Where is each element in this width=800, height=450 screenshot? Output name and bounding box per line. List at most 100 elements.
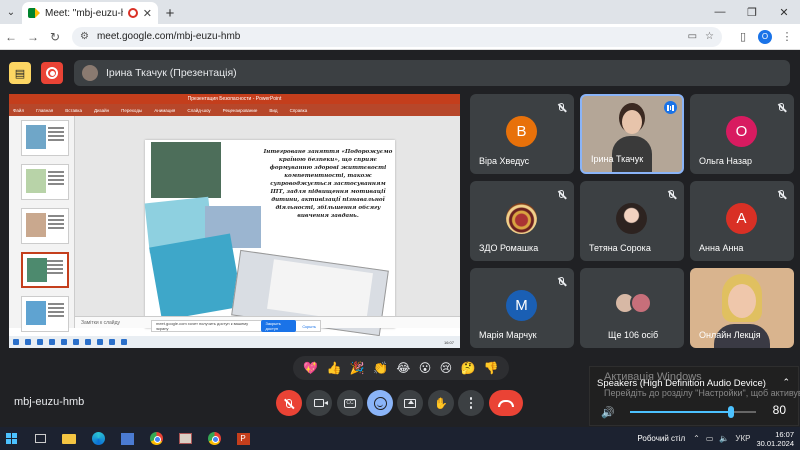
reaction-thumbs-down-button[interactable]: 👎	[484, 361, 499, 375]
task-view-button[interactable]	[29, 427, 51, 450]
camera-icon	[314, 399, 328, 407]
speaking-indicator-icon	[664, 101, 677, 114]
site-info-icon[interactable]: ⚙	[80, 31, 89, 42]
edge-button[interactable]	[87, 427, 109, 450]
tab-close-icon[interactable]: ✕	[143, 7, 152, 20]
participant-tile[interactable]: А Анна Анна	[690, 181, 794, 261]
url-text[interactable]: meet.google.com/mbj-euzu-hmb	[97, 31, 680, 42]
reaction-party-button[interactable]: 🎉	[350, 361, 365, 375]
speaker-icon[interactable]: 🔊	[601, 406, 615, 419]
mic-toggle-button[interactable]	[276, 390, 302, 416]
participant-tile-speaking[interactable]: Ірина Ткачук	[580, 94, 684, 174]
volume-flyout: Активація Windows Speakers (High Definit…	[589, 366, 800, 426]
desktop-toolbar-label[interactable]: Робочий стіл	[637, 434, 685, 443]
powerpoint-ribbon: Файл Главная Вставка Дизайн Переходы Ани…	[9, 104, 460, 116]
new-tab-button[interactable]: +	[158, 2, 182, 24]
ribbon-tab: Анимация	[154, 107, 176, 113]
participant-tile[interactable]: Онлайн Лекція	[690, 268, 794, 348]
reaction-thinking-button[interactable]: 🤔	[460, 361, 475, 375]
tab-search-chevron-icon[interactable]: ⌄	[0, 0, 22, 24]
omnibox[interactable]: ⚙ meet.google.com/mbj-euzu-hmb ▭ ☆	[72, 26, 722, 47]
start-button[interactable]	[0, 427, 22, 450]
reaction-surprised-button[interactable]: 😮	[419, 361, 432, 375]
chrome-icon	[207, 432, 221, 445]
participant-name: Тетяна Сорока	[589, 243, 651, 253]
presenter-label: Ірина Ткачук (Презентація)	[106, 67, 237, 79]
participant-tile[interactable]: ЗДО Ромашка	[470, 181, 574, 261]
more-participants-tile[interactable]: Ще 106 осіб	[580, 268, 684, 348]
reactions-button[interactable]	[367, 390, 393, 416]
raise-hand-button[interactable]: ✋	[428, 390, 454, 416]
banner-text: meet.google.com хочет получить доступ к …	[156, 321, 249, 331]
profile-avatar[interactable]: O	[758, 29, 772, 44]
shared-screen[interactable]: Презентация Безопасности - PowerPoint Фа…	[9, 94, 460, 348]
avatar	[616, 203, 647, 234]
camera-in-use-icon[interactable]: ▭	[688, 31, 697, 42]
participant-tile[interactable]: О Ольга Назар	[690, 94, 794, 174]
reaction-sad-button[interactable]: 😢	[440, 361, 453, 375]
side-panel-icon[interactable]: ▯	[732, 30, 754, 43]
ribbon-tab: Дизайн	[93, 107, 110, 113]
forward-arrow-icon[interactable]: →	[22, 30, 44, 44]
reaction-laugh-button[interactable]: 😂	[396, 361, 410, 375]
menu-kebab-icon[interactable]: ⋮	[776, 30, 798, 43]
chrome-window-button[interactable]	[203, 427, 225, 450]
photos-button[interactable]	[174, 427, 196, 450]
meeting-details-button[interactable]: ▤	[9, 62, 31, 84]
edge-icon	[91, 432, 105, 445]
ribbon-tab: Переходы	[121, 107, 143, 113]
stop-sharing-button[interactable]: Закрыть доступ	[261, 320, 297, 332]
minimize-icon[interactable]: —	[704, 0, 736, 24]
participant-name: Ірина Ткачук	[591, 154, 644, 164]
recording-button[interactable]	[41, 62, 63, 84]
participant-tile[interactable]: Тетяна Сорока	[580, 181, 684, 261]
powerpoint-title-bar: Презентация Безопасности - PowerPoint	[9, 94, 460, 104]
control-panel-button[interactable]	[116, 427, 138, 450]
tab-meet[interactable]: Meet: "mbj-euzu-hmb" ✕	[22, 2, 158, 24]
present-button[interactable]	[397, 390, 423, 416]
participant-tile[interactable]: М Марія Марчук	[470, 268, 574, 348]
address-bar: ← → ↻ ⚙ meet.google.com/mbj-euzu-hmb ▭ ☆…	[0, 24, 800, 50]
close-window-icon[interactable]: ✕	[768, 0, 800, 24]
volume-slider[interactable]	[630, 406, 756, 418]
window-controls: — ❐ ✕	[704, 0, 800, 24]
more-options-button[interactable]	[458, 390, 484, 416]
ribbon-tab: Рецензирование	[222, 107, 258, 113]
volume-tray-icon[interactable]: 🔈	[719, 434, 729, 443]
volume-value: 80	[772, 403, 786, 417]
captions-button[interactable]: CC	[337, 390, 363, 416]
mic-off-icon	[554, 274, 568, 288]
chevron-up-icon[interactable]: ⌃	[782, 377, 790, 388]
meet-top-bar: ▤ Ірина Ткачук (Презентація)	[0, 58, 800, 88]
participant-name: Онлайн Лекція	[699, 330, 761, 340]
info-icon: ▤	[14, 67, 26, 80]
clock[interactable]: 16:07 30.01.2024	[756, 430, 794, 448]
camera-toggle-button[interactable]	[306, 390, 332, 416]
reaction-heart-button[interactable]: 💖	[303, 361, 318, 375]
participant-tile[interactable]: В Віра Хведус	[470, 94, 574, 174]
shared-clock: 16:07	[443, 339, 454, 345]
reload-icon[interactable]: ↻	[44, 30, 66, 44]
reaction-clap-button[interactable]: 👏	[373, 361, 388, 375]
back-arrow-icon[interactable]: ←	[0, 30, 22, 44]
participant-name: Віра Хведус	[479, 156, 530, 166]
restore-icon[interactable]: ❐	[736, 0, 768, 24]
clock-date: 30.01.2024	[756, 438, 794, 448]
bookmark-star-icon[interactable]: ☆	[705, 31, 714, 42]
meeting-code: mbj-euzu-hmb	[14, 396, 85, 408]
network-icon[interactable]: ▭	[706, 434, 714, 443]
file-explorer-button[interactable]	[58, 427, 80, 450]
chrome-button[interactable]	[145, 427, 167, 450]
more-participants-label: Ще 106 осіб	[608, 330, 659, 340]
mic-off-icon	[664, 187, 678, 201]
hide-banner-link[interactable]: Скрыть	[302, 324, 316, 329]
mic-off-icon	[774, 100, 788, 114]
powerpoint-button[interactable]: P	[232, 427, 254, 450]
presentation-banner[interactable]: Ірина Ткачук (Презентація)	[74, 60, 790, 86]
emoji-icon	[373, 396, 387, 410]
volume-slider-thumb[interactable]	[727, 406, 734, 418]
language-indicator[interactable]: УКР	[735, 434, 750, 443]
reaction-thumbs-up-button[interactable]: 👍	[326, 361, 341, 375]
tray-overflow-icon[interactable]: ⌃	[693, 434, 700, 443]
leave-call-button[interactable]	[489, 390, 523, 416]
